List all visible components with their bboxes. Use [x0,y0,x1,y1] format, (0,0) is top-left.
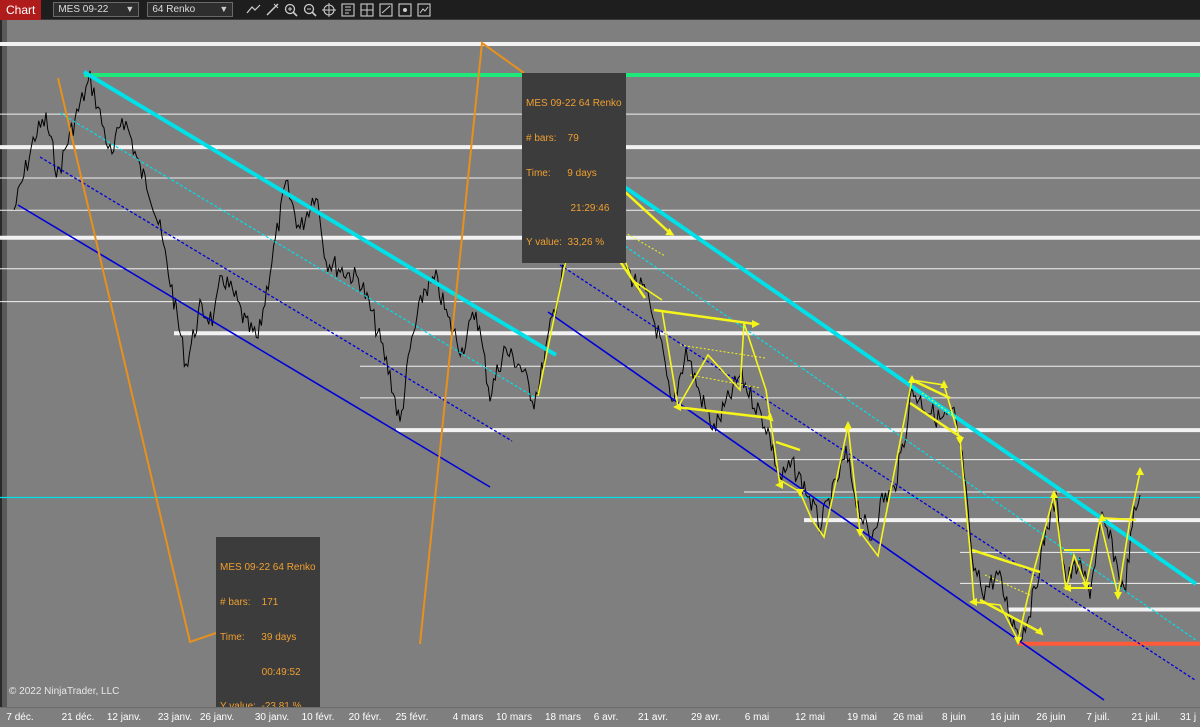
x-tick-label: 18 mars [544,712,582,723]
indicator-icon[interactable] [414,2,433,18]
x-tick-label: 12 janv. [106,712,142,723]
x-tick-label: 31 j [1179,712,1197,723]
channel-dashed-line-2 [579,214,1197,641]
draw-tool-icon[interactable] [262,2,281,18]
x-tick-label: 21 déc. [61,712,95,723]
data-series-icon[interactable] [376,2,395,18]
measure-info-box-1: MES 09-22 64 Renko # bars: 79 Time: 9 da… [522,73,626,263]
drawing-tools [243,2,433,18]
wave-arrow-10 [956,437,964,445]
chart-tab[interactable]: Chart [0,0,42,20]
strategy-icon[interactable] [395,2,414,18]
info-title: MES 09-22 64 Renko [526,98,622,110]
info-time-clock: 21:29:46 [526,202,610,214]
x-tick-label: 30 janv. [254,712,290,723]
wave-bar-3a [775,440,801,452]
x-tick-label: 25 févr. [395,712,429,723]
x-tick-label: 7 déc. [6,712,34,723]
period-value: 64 Renko [152,4,196,15]
crosshair-icon[interactable] [319,2,338,18]
x-tick-label: 21 juil. [1131,712,1161,723]
x-tick-label: 12 mai [794,712,826,723]
wave-bar-2a [653,308,756,326]
info-bars: # bars: 79 [526,132,579,144]
channel-mid-line-1 [39,156,513,442]
wave-dotted-2b [689,374,761,389]
x-tick-label: 6 mai [744,712,770,723]
wave-arrow-7 [844,421,852,429]
x-tick-label: 20 févr. [348,712,382,723]
instrument-value: MES 09-22 [58,4,109,15]
zoom-in-icon[interactable] [281,2,300,18]
x-tick-label: 6 avr. [593,712,619,723]
x-tick-label: 23 janv. [157,712,193,723]
wave-bar-5a [971,548,1041,574]
x-tick-label: 29 avr. [690,712,722,723]
info-time-clock: 00:49:52 [220,666,301,678]
x-tick-label: 26 janv. [199,712,235,723]
x-tick-label: 8 juin [942,712,966,723]
info-bars: # bars: 171 [220,596,279,608]
chevron-down-icon: ▼ [125,4,135,14]
zoom-out-icon[interactable] [300,2,319,18]
x-tick-label: 21 avr. [637,712,669,723]
x-tick-label: 10 mars [495,712,533,723]
copyright-notice: © 2022 NinjaTrader, LLC [9,686,120,697]
x-tick-label: 7 juil. [1086,712,1110,723]
chart-toolbar: Chart MES 09-22 ▼ 64 Renko ▼ [0,0,1200,20]
info-time: Time: 9 days [526,167,597,179]
period-selector[interactable]: 64 Renko ▼ [147,2,234,17]
channel-lower-line-2 [547,311,1105,701]
channel-lower-line-1 [17,204,491,488]
wave-arrow-3 [752,320,760,328]
x-tick-label: 16 juin [990,712,1020,723]
measure-line-2 [419,41,525,645]
channel-dashed-line-1 [59,112,537,399]
x-tick-label: 10 févr. [301,712,335,723]
wave-arrow-15 [1114,592,1122,600]
wave-arrow-19 [1035,627,1044,636]
line-tool-icon[interactable] [243,2,262,18]
info-title: MES 09-22 64 Renko [220,562,316,574]
x-tick-label: 26 juin [1036,712,1066,723]
x-tick-label: 26 mai [892,712,924,723]
x-tick-label: 19 mai [846,712,878,723]
wave-arrow-20 [908,375,916,383]
info-y-value: Y value: 33,26 % [526,237,605,249]
info-time: Time: 39 days [220,631,297,643]
wave-arrow-13 [1050,490,1058,498]
x-axis[interactable]: 7 déc. 21 déc. 12 janv. 23 janv. 26 janv. 30 … [0,707,1200,727]
wave-arrow-16 [1136,467,1144,475]
data-box-icon[interactable] [357,2,376,18]
chevron-down-icon: ▼ [219,4,229,14]
properties-icon[interactable] [338,2,357,18]
instrument-selector[interactable]: MES 09-22 ▼ [53,2,140,17]
x-tick-label: 4 mars [452,712,484,723]
measure-info-box-2: MES 09-22 64 Renko # bars: 171 Time: 39 … [216,537,320,727]
